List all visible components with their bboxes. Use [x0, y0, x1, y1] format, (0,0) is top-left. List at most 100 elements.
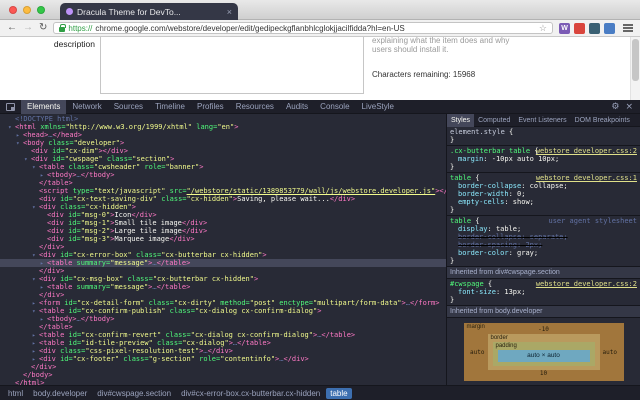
tree-row[interactable]: </div> — [0, 243, 446, 251]
margin-right-value[interactable]: auto — [603, 349, 617, 356]
extension-icon-teal[interactable] — [589, 23, 600, 34]
css-property[interactable]: border-collapse: separate; — [450, 233, 637, 241]
css-property[interactable]: empty-cells: show; — [450, 198, 637, 206]
sidebar-tab-event-listeners[interactable]: Event Listeners — [514, 114, 570, 127]
css-property[interactable]: font-size: 13px; — [450, 288, 637, 296]
twisty-open-icon[interactable]: ▾ — [16, 140, 23, 148]
stylesheet-link[interactable]: webstore_developer.css:1 — [536, 174, 637, 182]
box-model-margin[interactable]: margin auto -10 border padding auto × au… — [464, 323, 624, 381]
scrollbar-thumb[interactable] — [632, 39, 639, 81]
box-model-border[interactable]: border padding auto × auto — [488, 334, 600, 370]
css-property[interactable]: border-spacing: 2px; — [450, 241, 637, 249]
tree-row[interactable]: ▸<tbody>…</tbody> — [0, 315, 446, 323]
breadcrumb-item[interactable]: div#cx-error-box.cx-butterbar.cx-hidden — [177, 388, 324, 399]
tree-row[interactable]: ▾<body class="developer"> — [0, 139, 446, 147]
css-property[interactable]: border-color: gray; — [450, 249, 637, 257]
tree-row[interactable]: ▾<table id="cx-confirm-publish" class="c… — [0, 307, 446, 315]
browser-tab[interactable]: Dracula Theme for DevTo... × — [60, 3, 238, 20]
devtools-tab-audits[interactable]: Audits — [280, 100, 314, 114]
stylesheet-link[interactable]: webstore_developer.css:2 — [536, 280, 637, 288]
forward-button[interactable]: → — [23, 23, 33, 33]
stylesheet-link[interactable]: webstore_developer.css:2 — [536, 147, 637, 155]
css-property[interactable]: display: table; — [450, 225, 637, 233]
tree-row[interactable]: <script type="text/javascript" src="/web… — [0, 187, 446, 195]
rule-selector[interactable]: element.style — [450, 128, 505, 136]
tree-row[interactable]: <div id="cx-dim"></div> — [0, 147, 446, 155]
page-scrollbar[interactable] — [630, 37, 640, 100]
devtools-tab-livestyle[interactable]: LiveStyle — [356, 100, 400, 114]
box-model-padding[interactable]: padding auto × auto — [493, 342, 595, 366]
rule-selector[interactable]: #cwspage — [450, 280, 484, 288]
zoom-window-button[interactable] — [37, 6, 45, 14]
twisty-open-icon[interactable]: ▾ — [32, 164, 39, 172]
devtools-tab-resources[interactable]: Resources — [230, 100, 280, 114]
tree-row[interactable]: ▸<table id="cx-confirm-revert" class="cx… — [0, 331, 446, 339]
twisty-open-icon[interactable]: ▾ — [32, 276, 39, 284]
reload-button[interactable]: ↻ — [39, 23, 47, 33]
tree-row[interactable]: <div id="msg-0">Icon</div> — [0, 211, 446, 219]
margin-left-value[interactable]: auto — [470, 349, 484, 356]
devtools-tab-console[interactable]: Console — [314, 100, 355, 114]
tree-row[interactable]: </div> — [0, 291, 446, 299]
breadcrumb-item[interactable]: html — [4, 388, 27, 399]
devtools-tab-timeline[interactable]: Timeline — [149, 100, 191, 114]
tree-row[interactable]: ▸<form id="cx-detail-form" class="cx-dir… — [0, 299, 446, 307]
tree-row[interactable]: ▸<div id="cx-footer" class="g-section" r… — [0, 355, 446, 363]
box-model-content[interactable]: auto × auto — [498, 350, 590, 362]
rule-selector[interactable]: .cx-butterbar table — [450, 147, 530, 155]
sidebar-tab-dom-breakpoints[interactable]: DOM Breakpoints — [571, 114, 634, 127]
close-devtools-icon[interactable]: × — [625, 102, 633, 112]
css-property[interactable]: border-width: 0; — [450, 190, 637, 198]
tree-row[interactable]: </table> — [0, 323, 446, 331]
devtools-tab-network[interactable]: Network — [66, 100, 107, 114]
twisty-open-icon[interactable]: ▾ — [32, 252, 39, 260]
inspect-element-icon[interactable] — [6, 103, 15, 111]
tree-row[interactable]: <!DOCTYPE html> — [0, 115, 446, 123]
rule-selector[interactable]: table — [450, 174, 471, 182]
tree-row[interactable]: ▸<table summary="message">…</table> — [0, 259, 446, 267]
address-bar[interactable]: https:// chrome.google.com/webstore/deve… — [53, 22, 553, 34]
tree-row[interactable]: </div> — [0, 363, 446, 371]
devtools-tab-sources[interactable]: Sources — [108, 100, 149, 114]
tab-close-icon[interactable]: × — [227, 7, 232, 17]
tree-row[interactable]: ▾<div id="cwspage" class="section"> — [0, 155, 446, 163]
close-window-button[interactable] — [9, 6, 17, 14]
tree-row[interactable]: <div id="msg-3">Marquee image</div> — [0, 235, 446, 243]
twisty-open-icon[interactable]: ▾ — [8, 124, 15, 132]
tree-row[interactable]: <div id="cx-text-saving-div" class="cx-h… — [0, 195, 446, 203]
devtools-tab-elements[interactable]: Elements — [21, 100, 66, 114]
css-property[interactable]: margin: -10px auto 10px; — [450, 155, 637, 163]
tree-row[interactable]: </body> — [0, 371, 446, 379]
breadcrumb-item[interactable]: div#cwspage.section — [93, 388, 175, 399]
rule-selector[interactable]: table — [450, 217, 471, 225]
minimize-window-button[interactable] — [23, 6, 31, 14]
extension-icon-blue[interactable] — [604, 23, 615, 34]
tree-row[interactable]: ▸<div class="css-pixel-resolution-test">… — [0, 347, 446, 355]
extension-icon-red[interactable] — [574, 23, 585, 34]
breadcrumb-item[interactable]: body.developer — [29, 388, 91, 399]
tree-row[interactable]: ▸<table summary="message">…</table> — [0, 283, 446, 291]
tree-row[interactable]: <div id="msg-1">Small tile image</div> — [0, 219, 446, 227]
tree-row[interactable]: ▾<div id="cx-error-box" class="cx-butter… — [0, 251, 446, 259]
extension-icon-purple-w[interactable]: W — [559, 23, 570, 34]
breadcrumb-item[interactable]: table — [326, 388, 351, 399]
devtools-tab-profiles[interactable]: Profiles — [191, 100, 230, 114]
tree-row[interactable]: <div id="msg-2">Large tile image</div> — [0, 227, 446, 235]
tree-row[interactable]: ▾<div id="cx-msg-box" class="cx-butterba… — [0, 275, 446, 283]
tree-row[interactable]: ▾<div class="cx-hidden"> — [0, 203, 446, 211]
tree-row[interactable]: ▸<table id="id-tile-preview" class="cx-d… — [0, 339, 446, 347]
tree-row[interactable]: </div> — [0, 267, 446, 275]
margin-bottom-value[interactable]: 10 — [540, 370, 547, 378]
twisty-open-icon[interactable]: ▾ — [32, 308, 39, 316]
sidebar-tab-styles[interactable]: Styles — [447, 114, 474, 127]
settings-gear-icon[interactable]: ⚙ — [611, 102, 619, 112]
back-button[interactable]: ← — [7, 23, 17, 33]
css-property[interactable]: border-collapse: collapse; — [450, 182, 637, 190]
twisty-open-icon[interactable]: ▾ — [24, 156, 31, 164]
bookmark-star-icon[interactable]: ☆ — [539, 23, 547, 34]
twisty-open-icon[interactable]: ▾ — [32, 204, 39, 212]
tree-row[interactable]: ▸<tbody>…</tbody> — [0, 171, 446, 179]
tree-row[interactable]: ▾<table class="cwsheader" role="banner"> — [0, 163, 446, 171]
tree-row[interactable]: ▸<head>…</head> — [0, 131, 446, 139]
tree-row[interactable]: ▾<html xmlns="http://www.w3.org/1999/xht… — [0, 123, 446, 131]
